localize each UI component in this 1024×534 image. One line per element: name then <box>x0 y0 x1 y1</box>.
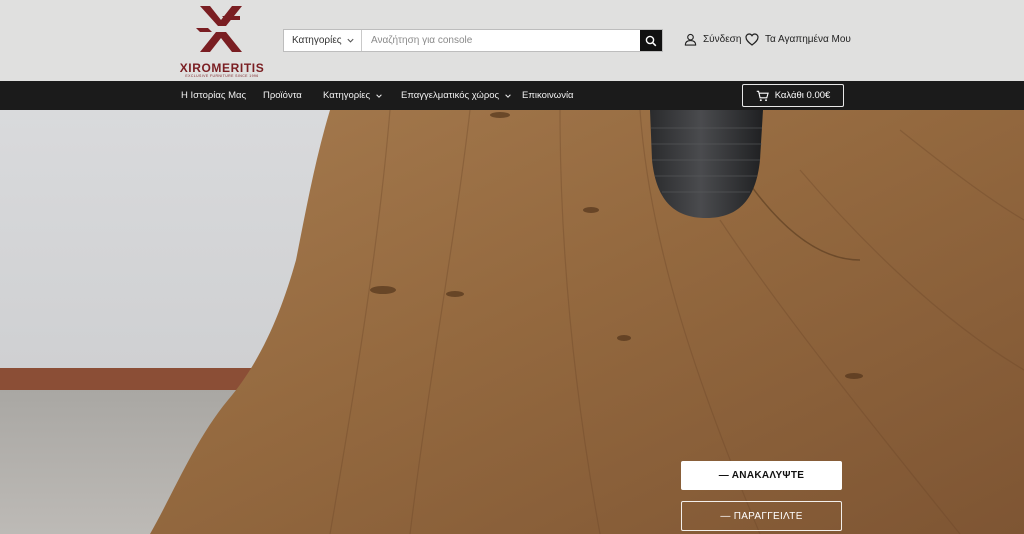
heart-icon <box>745 33 759 46</box>
discover-button[interactable]: — ΑΝΑΚΑΛΥΨΤΕ <box>681 461 842 490</box>
hero-image <box>0 110 1024 534</box>
nav-item-categories[interactable]: Κατηγορίες <box>323 81 383 110</box>
search-input[interactable] <box>362 30 640 51</box>
hero-banner <box>0 110 1024 534</box>
nav-item-label: Επικοινωνία <box>522 90 574 101</box>
nav-item-professional-space[interactable]: Επαγγελματικός χώρος <box>401 81 512 110</box>
brand-logo[interactable]: XIROMERITIS EXCLUSIVE FURNITURE SINCE 19… <box>176 4 268 78</box>
search-category-label: Κατηγορίες <box>292 35 342 46</box>
favorites-link[interactable]: Τα Αγαπημένα Μου <box>745 33 851 46</box>
login-label: Σύνδεση <box>703 34 742 45</box>
chevron-down-icon <box>376 93 382 98</box>
search-bar: Κατηγορίες <box>283 29 663 52</box>
nav-item-our-story[interactable]: Η Ιστορίας Μας <box>181 81 246 110</box>
search-button[interactable] <box>640 30 662 51</box>
main-navigation: Η Ιστορίας Μας Προϊόντα Κατηγορίες Επαγγ… <box>0 81 1024 110</box>
nav-item-products[interactable]: Προϊόντα <box>263 81 302 110</box>
site-header: XIROMERITIS EXCLUSIVE FURNITURE SINCE 19… <box>0 0 1024 81</box>
brand-logo-mark <box>196 6 242 52</box>
brand-name: XIROMERITIS <box>179 61 265 75</box>
nav-item-label: Επαγγελματικός χώρος <box>401 90 500 101</box>
order-button[interactable]: — ΠΑΡΑΓΓΕΙΛΤΕ <box>681 501 842 531</box>
cart-button[interactable]: Καλάθι 0.00€ <box>742 84 844 107</box>
nav-item-contact[interactable]: Επικοινωνία <box>522 81 574 110</box>
user-icon <box>684 33 697 46</box>
chevron-down-icon <box>505 93 511 98</box>
search-icon <box>645 35 657 46</box>
brand-tagline: EXCLUSIVE FURNITURE SINCE 1996 <box>185 74 259 78</box>
nav-item-label: Προϊόντα <box>263 90 302 101</box>
login-link[interactable]: Σύνδεση <box>684 33 741 46</box>
chevron-down-icon <box>347 38 354 43</box>
search-category-select[interactable]: Κατηγορίες <box>284 30 362 51</box>
cart-label: Καλάθι 0.00€ <box>774 90 831 101</box>
favorites-label: Τα Αγαπημένα Μου <box>765 34 851 45</box>
cart-icon <box>756 90 769 101</box>
nav-item-label: Κατηγορίες <box>323 90 371 101</box>
nav-item-label: Η Ιστορίας Μας <box>181 90 247 101</box>
